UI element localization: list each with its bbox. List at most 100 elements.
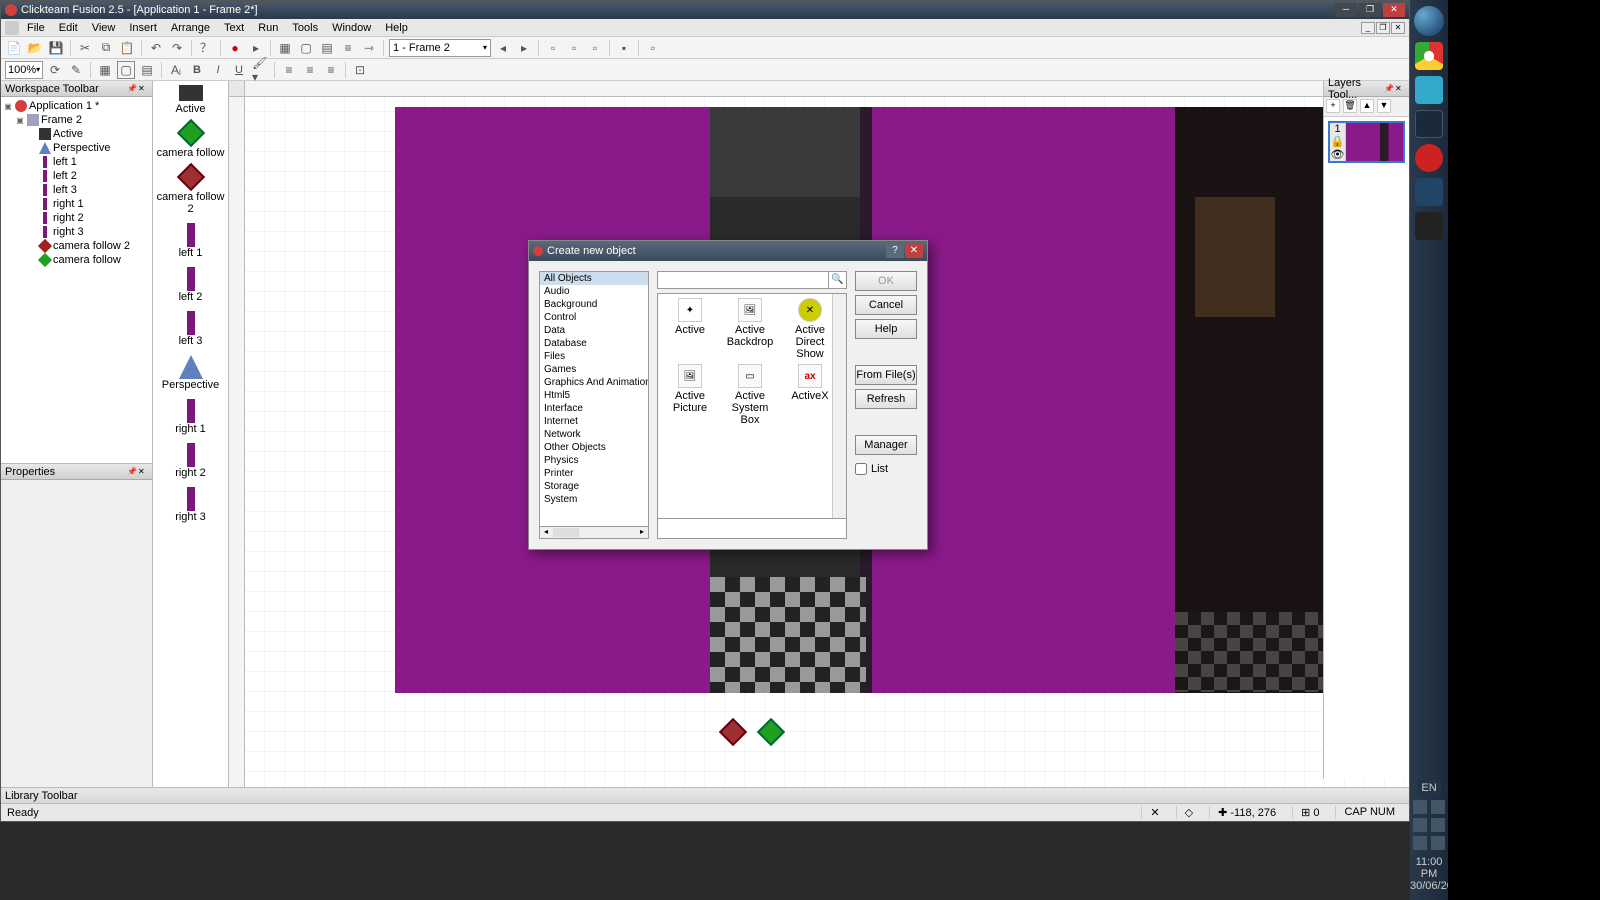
cut-button[interactable]: ✂ (76, 39, 94, 57)
frame-selector[interactable]: 1 - Frame 2 (389, 39, 491, 57)
copy-button[interactable]: ⧉ (97, 39, 115, 57)
clock-time[interactable]: 11:00 PM (1410, 856, 1448, 880)
layer-add-button[interactable]: + (1326, 99, 1340, 113)
cat-background[interactable]: Background (540, 298, 648, 311)
next-frame-button[interactable]: ▸ (515, 39, 533, 57)
tree-item-active[interactable]: Active (3, 127, 150, 141)
align-left-button[interactable]: ≡ (280, 61, 298, 79)
object-list[interactable]: Active camera follow camera follow 2 lef… (153, 81, 229, 803)
properties-panel-header[interactable]: Properties 📌 ✕ (1, 464, 152, 480)
prev-frame-button[interactable]: ◂ (494, 39, 512, 57)
refresh-button[interactable]: Refresh (855, 389, 917, 409)
dialog-help-button[interactable]: ? (886, 244, 904, 258)
save-button[interactable]: 💾 (47, 39, 65, 57)
storyboard-button[interactable]: ▦ (276, 39, 294, 57)
run-app-button[interactable]: ● (226, 39, 244, 57)
category-hscroll[interactable]: ◂▸ (539, 527, 649, 539)
mdi-close[interactable]: ✕ (1391, 22, 1405, 34)
tree-item-camfollow2[interactable]: camera follow 2 (3, 239, 150, 253)
tool-2[interactable]: ✎ (67, 61, 85, 79)
maximize-button[interactable]: ❐ (1359, 3, 1381, 17)
about-button[interactable]: ？ (197, 39, 215, 57)
cat-all[interactable]: All Objects (540, 272, 648, 285)
toolbar-button-c[interactable]: ▫ (586, 39, 604, 57)
dialog-titlebar[interactable]: Create new object ? ✕ (529, 241, 927, 261)
event-list-button[interactable]: ≡ (339, 39, 357, 57)
obj-right3[interactable]: right 3 (155, 487, 226, 523)
cancel-button[interactable]: Cancel (855, 295, 917, 315)
open-button[interactable]: 📂 (26, 39, 44, 57)
list-checkbox[interactable]: List (855, 463, 917, 475)
obj-camfollow[interactable]: camera follow (155, 123, 226, 159)
align-center-button[interactable]: ≡ (301, 61, 319, 79)
event-editor-button[interactable]: ▤ (318, 39, 336, 57)
taskbar-steam[interactable] (1415, 110, 1443, 138)
obj-right1[interactable]: right 1 (155, 399, 226, 435)
layer-down-button[interactable]: ▼ (1377, 99, 1391, 113)
tool-4[interactable]: ▤ (138, 61, 156, 79)
paste-button[interactable]: 📋 (118, 39, 136, 57)
menu-insert[interactable]: Insert (123, 20, 163, 36)
layer-del-button[interactable]: 🗑 (1343, 99, 1357, 113)
obj-left2[interactable]: left 2 (155, 267, 226, 303)
mdi-restore[interactable]: ❐ (1376, 22, 1390, 34)
cat-printer[interactable]: Printer (540, 467, 648, 480)
tree-item-left3[interactable]: left 3 (3, 183, 150, 197)
panel-close-icon[interactable]: ✕ (1395, 84, 1405, 94)
tree-item-right3[interactable]: right 3 (3, 225, 150, 239)
new-button[interactable]: 📄 (5, 39, 23, 57)
cat-control[interactable]: Control (540, 311, 648, 324)
dlg-obj-directshow[interactable]: ✕Active Direct Show (782, 298, 838, 360)
panel-close-icon[interactable]: ✕ (138, 84, 148, 94)
mdi-min[interactable]: _ (1361, 22, 1375, 34)
taskbar-skype[interactable] (1415, 76, 1443, 104)
canvas-camfollow[interactable] (757, 718, 785, 746)
canvas-camfollow2[interactable] (719, 718, 747, 746)
tool-1[interactable]: ⟳ (46, 61, 64, 79)
cat-audio[interactable]: Audio (540, 285, 648, 298)
menu-tools[interactable]: Tools (286, 20, 324, 36)
grid-button[interactable]: ▦ (96, 61, 114, 79)
cat-physics[interactable]: Physics (540, 454, 648, 467)
cat-graphics[interactable]: Graphics And Animations (540, 376, 648, 389)
close-button[interactable]: ✕ (1383, 3, 1405, 17)
panel-close-icon[interactable]: ✕ (138, 467, 148, 477)
tree-item-right1[interactable]: right 1 (3, 197, 150, 211)
tree-item-left1[interactable]: left 1 (3, 155, 150, 169)
tray-icon[interactable] (1431, 836, 1445, 850)
lock-icon[interactable]: 🔒 (1330, 135, 1345, 148)
obj-left1[interactable]: left 1 (155, 223, 226, 259)
taskbar-chrome[interactable] (1415, 42, 1443, 70)
tree-app[interactable]: ▣Application 1 * (3, 99, 150, 113)
object-vscroll[interactable] (832, 294, 846, 518)
obj-left3[interactable]: left 3 (155, 311, 226, 347)
toolbar-button-b[interactable]: ▫ (565, 39, 583, 57)
tool-5[interactable]: ⊡ (351, 61, 369, 79)
tray-icon[interactable] (1431, 800, 1445, 814)
manager-button[interactable]: Manager (855, 435, 917, 455)
cat-games[interactable]: Games (540, 363, 648, 376)
titlebar[interactable]: Clickteam Fusion 2.5 - [Application 1 - … (1, 1, 1409, 19)
ruler-horizontal[interactable] (245, 81, 1409, 97)
eye-icon[interactable]: 👁 (1330, 148, 1345, 161)
menu-window[interactable]: Window (326, 20, 377, 36)
cat-storage[interactable]: Storage (540, 480, 648, 493)
toolbar-button-e[interactable]: ▫ (644, 39, 662, 57)
taskbar-app-red[interactable] (1415, 144, 1443, 172)
pin-icon[interactable]: 📌 (127, 467, 137, 477)
pin-icon[interactable]: 📌 (1384, 84, 1394, 94)
frame-editor-button[interactable]: ▢ (297, 39, 315, 57)
cat-internet[interactable]: Internet (540, 415, 648, 428)
bold-button[interactable]: B (188, 61, 206, 79)
align-right-button[interactable]: ≡ (322, 61, 340, 79)
tree-item-camfollow[interactable]: camera follow (3, 253, 150, 267)
search-input[interactable] (658, 272, 828, 288)
dlg-obj-sysbox[interactable]: ▭Active System Box (722, 364, 778, 426)
cat-system[interactable]: System (540, 493, 648, 506)
ruler-vertical[interactable] (229, 97, 245, 791)
zoom-input[interactable]: 100%▾ (5, 61, 43, 79)
language-indicator[interactable]: EN (1417, 780, 1440, 796)
cat-other[interactable]: Other Objects (540, 441, 648, 454)
toolbar-button-d[interactable]: ▪ (615, 39, 633, 57)
menu-edit[interactable]: Edit (53, 20, 84, 36)
